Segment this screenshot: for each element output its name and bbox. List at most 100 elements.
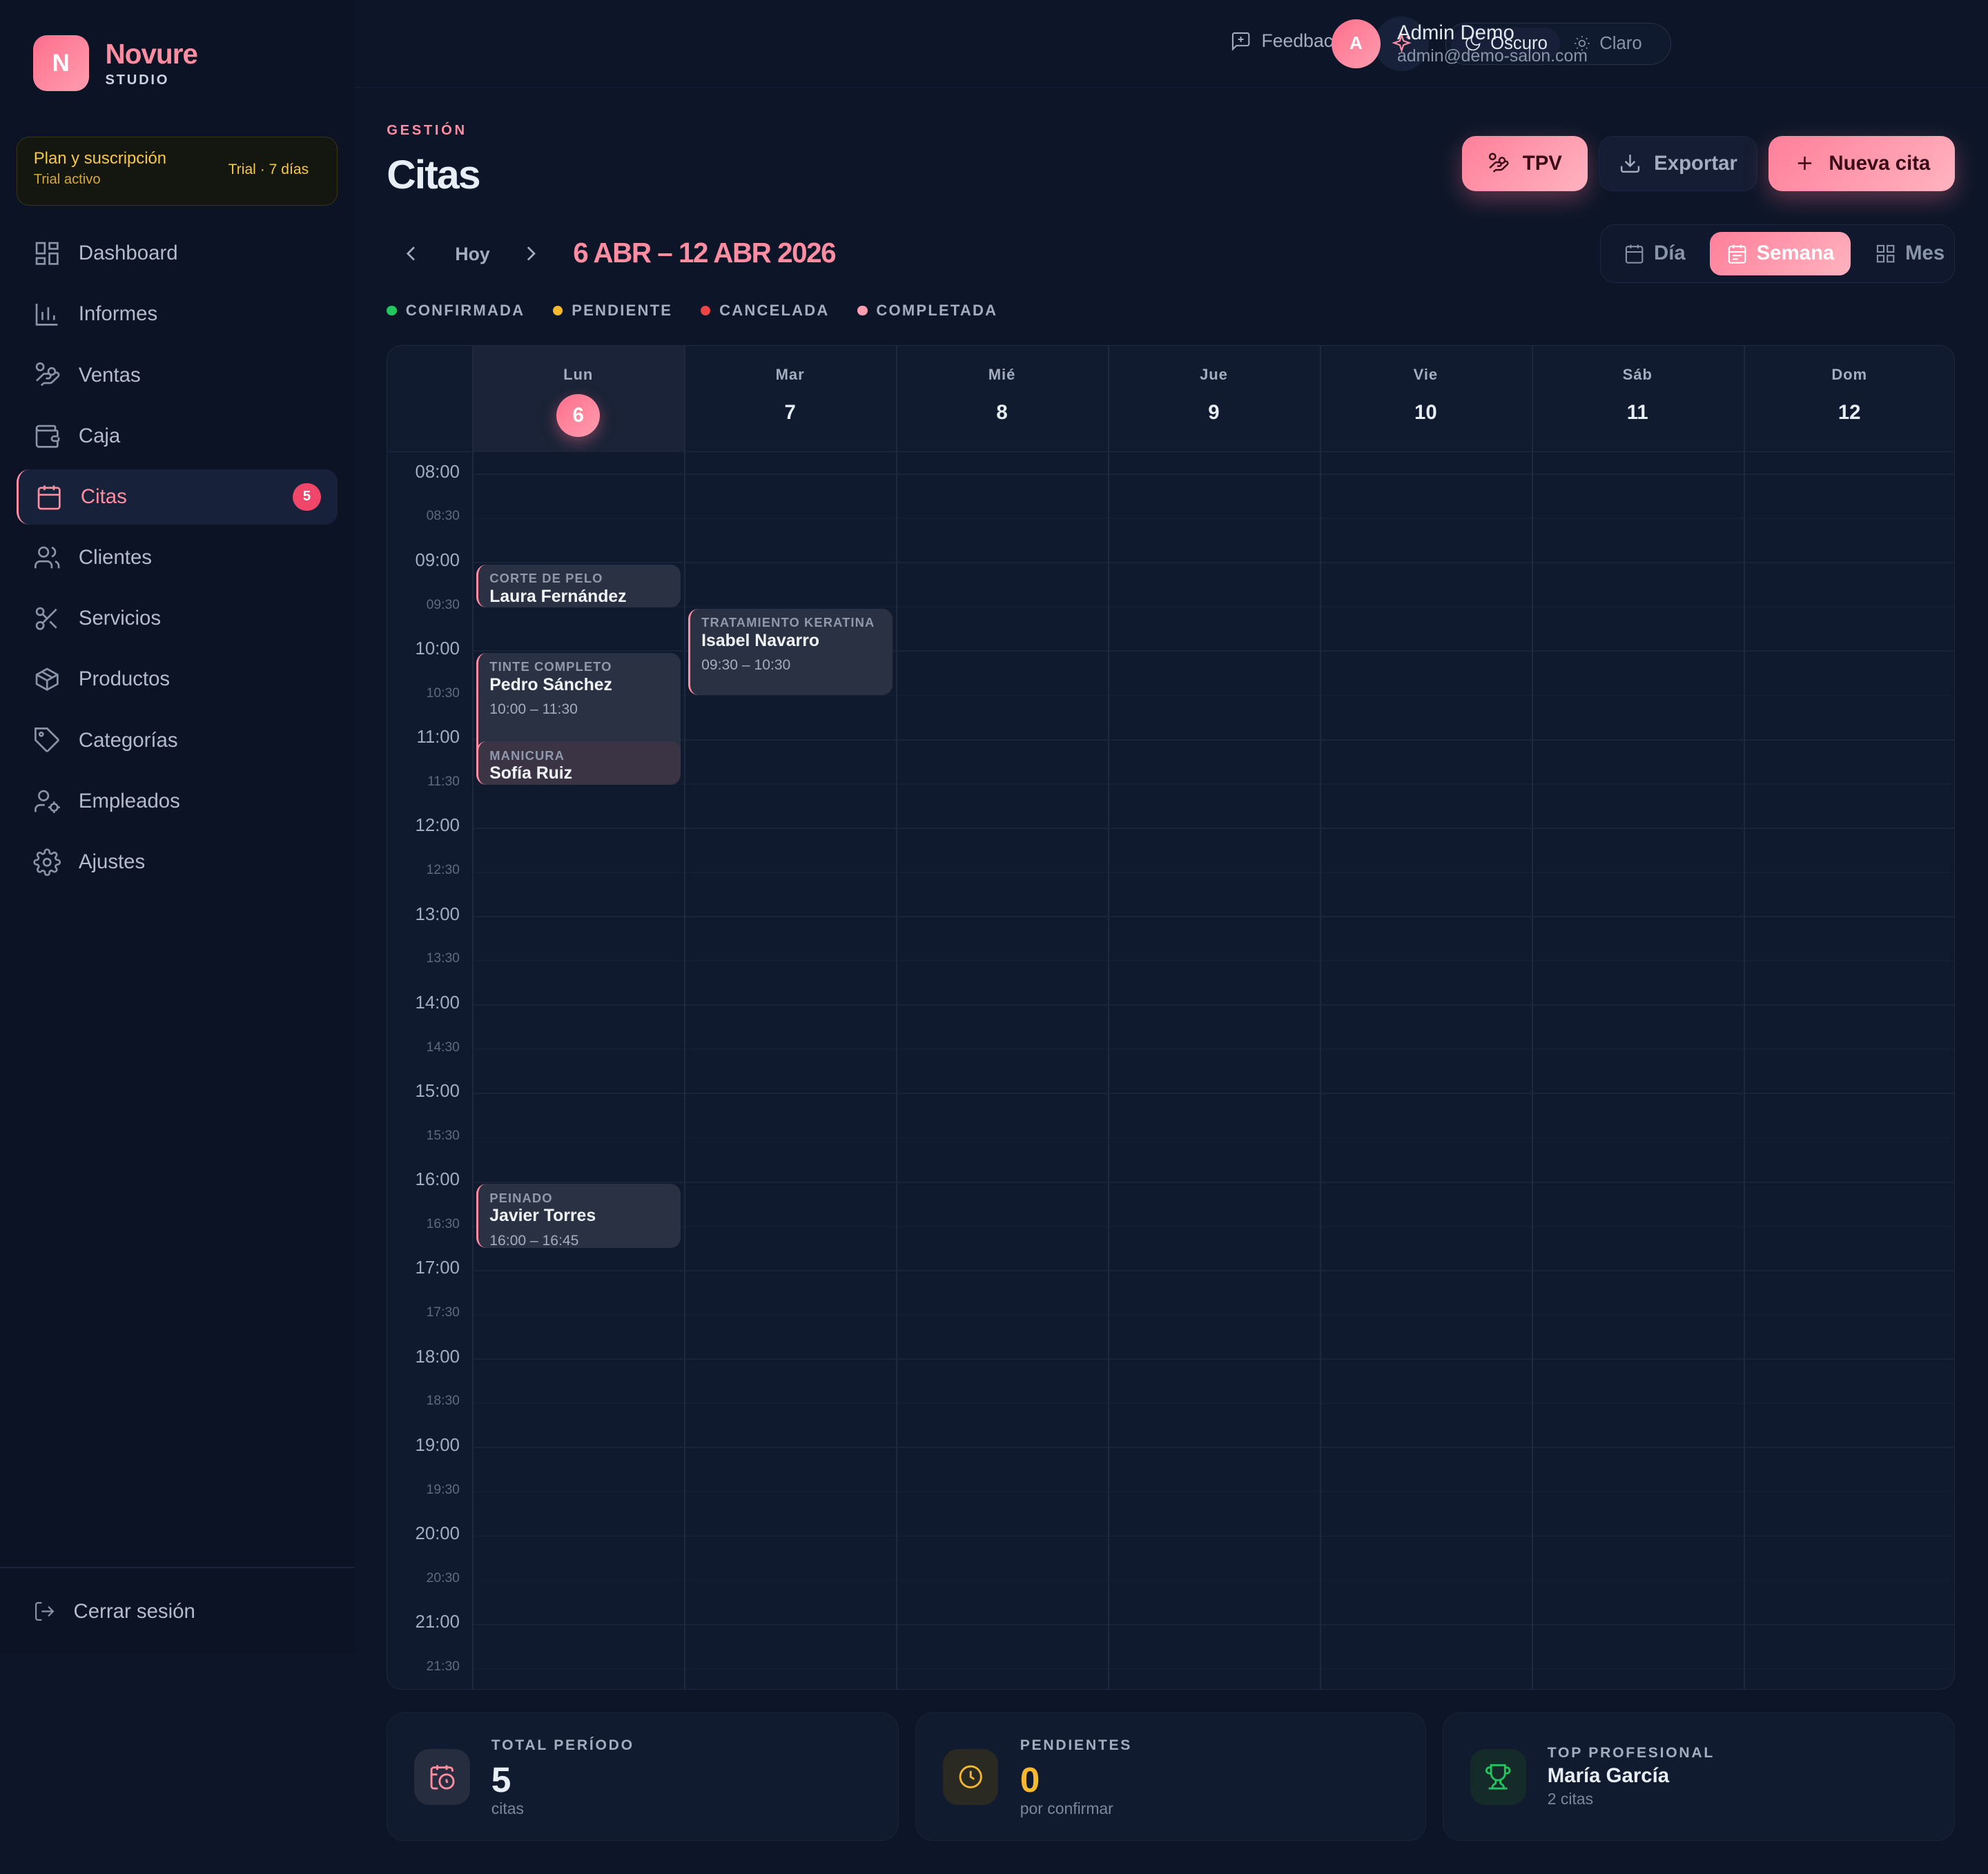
trial-badge: Trial · 7 días — [228, 162, 309, 178]
appointment-card[interactable]: TRATAMIENTO KERATINA Isabel Navarro 09:30 … — [688, 609, 893, 695]
half-time-label: 15:30 — [426, 1128, 460, 1143]
day-name: Jue — [1200, 365, 1228, 383]
hour-line — [472, 1447, 1955, 1449]
feedback-label: Feedback — [1261, 30, 1343, 52]
sidebar-item-empleados[interactable]: Empleados — [17, 773, 338, 829]
half-time-label: 12:30 — [426, 863, 460, 878]
day-header-6[interactable]: Dom 12 — [1744, 346, 1954, 452]
half-time-label: 18:30 — [426, 1394, 460, 1409]
sidebar-item-servicios[interactable]: Servicios — [17, 591, 338, 647]
next-week-button[interactable] — [518, 241, 544, 266]
legend-confirmed: CONFIRMADA — [387, 302, 525, 320]
new-appointment-button[interactable]: Nueva cita — [1768, 135, 1956, 192]
hour-line — [472, 739, 1955, 741]
time-label: 11:00 — [416, 728, 460, 748]
hour-line — [472, 474, 1955, 475]
brand-mark: N — [32, 35, 89, 92]
appointment-service: TRATAMIENTO KERATINA — [701, 615, 875, 630]
hour-line — [472, 1181, 1955, 1183]
view-month-option[interactable]: Mes — [1858, 232, 1961, 275]
appointment-card[interactable]: MANICURA Sofía Ruiz — [476, 741, 681, 785]
section-label: GESTIÓN — [387, 123, 467, 139]
legend-pending: PENDIENTE — [552, 302, 672, 320]
legend-dot — [387, 305, 397, 316]
sidebar-item-label: Ventas — [78, 363, 141, 387]
user-avatar[interactable]: A — [1331, 19, 1381, 69]
day-name: Mié — [988, 365, 1016, 383]
appointment-client: Javier Torres — [489, 1207, 596, 1226]
sidebar-item-citas[interactable]: Citas 5 — [16, 469, 338, 525]
export-button[interactable]: Exportar — [1599, 135, 1757, 192]
brand-sub: STUDIO — [105, 72, 170, 88]
half-time-label: 11:30 — [427, 774, 460, 789]
stat-value: María García — [1547, 1764, 1670, 1787]
day-header-2[interactable]: Mié 8 — [896, 346, 1108, 452]
view-week-label: Semana — [1756, 242, 1835, 265]
appointment-client: Sofía Ruiz — [489, 764, 573, 783]
sidebar-item-label: Clientes — [78, 546, 152, 569]
day-header-4[interactable]: Vie 10 — [1320, 346, 1532, 452]
hand-coins-icon — [1489, 153, 1509, 173]
tpv-button[interactable]: TPV — [1461, 135, 1588, 192]
half-hour-line — [472, 1403, 1955, 1405]
day-name: Lun — [563, 365, 594, 383]
appointment-time: 09:30 – 10:30 — [701, 657, 791, 674]
sidebar-item-productos[interactable]: Productos — [17, 652, 338, 707]
sidebar-item-label: Dashboard — [78, 242, 178, 265]
sidebar-item-dashboard[interactable]: Dashboard — [17, 226, 338, 282]
view-week-option[interactable]: Semana — [1709, 232, 1851, 275]
sidebar-item-label: Informes — [78, 302, 158, 326]
half-time-label: 16:30 — [426, 1216, 460, 1231]
logout-button[interactable]: Cerrar sesión — [33, 1600, 195, 1623]
time-label: 10:00 — [415, 638, 460, 658]
half-time-label: 17:30 — [426, 1305, 460, 1320]
dashboard-icon — [35, 242, 59, 265]
day-name: Dom — [1831, 365, 1868, 383]
brand-logo[interactable]: N Novure STUDIO — [32, 35, 198, 92]
hour-line — [472, 827, 1955, 829]
view-month-label: Mes — [1905, 242, 1945, 265]
hand-coins-icon — [35, 362, 60, 387]
sidebar-item-categorias[interactable]: Categorías — [17, 712, 338, 768]
half-time-label: 08:30 — [426, 509, 460, 524]
feedback-button[interactable]: Feedback — [1230, 30, 1343, 52]
column-divider — [1531, 345, 1533, 1690]
sidebar-item-clientes[interactable]: Clientes — [17, 530, 338, 586]
legend-label: CANCELADA — [719, 302, 830, 320]
sidebar-nav: Dashboard Informes Ventas Caja Citas 5 C… — [16, 226, 338, 895]
half-hour-line — [472, 694, 1955, 696]
half-hour-line — [472, 871, 1955, 873]
stat-top-professional: TOP PROFESIONAL María García 2 citas — [1443, 1712, 1956, 1841]
calendar-header: Lun 6 Mar 7 Mié 8 Jue 9 Vie 10 Sáb 11 Dom 12 — [387, 345, 1955, 452]
sidebar-item-ajustes[interactable]: Ajustes — [17, 834, 338, 890]
sidebar-item-informes[interactable]: Informes — [17, 286, 338, 342]
trophy-icon — [1485, 1764, 1511, 1790]
half-time-label: 20:30 — [426, 1570, 460, 1585]
day-header-0[interactable]: Lun 6 — [472, 345, 685, 452]
theme-light-label: Claro — [1599, 33, 1642, 53]
appointment-service: PEINADO — [489, 1190, 553, 1205]
top-bar: Feedback Oscuro Claro — [355, 0, 1988, 88]
time-label: 14:00 — [415, 993, 460, 1013]
stat-sub: 2 citas — [1547, 1789, 1594, 1808]
day-number: 8 — [996, 401, 1008, 424]
plan-card[interactable]: Plan y suscripción Trial activo Trial · … — [16, 137, 338, 206]
stat-icon-wrap — [942, 1748, 999, 1805]
half-hour-line — [472, 1137, 1955, 1139]
stat-label: TOTAL PERÍODO — [491, 1737, 634, 1754]
day-header-1[interactable]: Mar 7 — [684, 346, 896, 452]
day-header-5[interactable]: Sáb 11 — [1532, 346, 1744, 452]
half-hour-line — [472, 1579, 1955, 1581]
day-header-3[interactable]: Jue 9 — [1108, 346, 1320, 452]
appointment-card[interactable]: CORTE DE PELO Laura Fernández — [476, 564, 681, 608]
prev-week-button[interactable] — [398, 241, 424, 266]
appointment-card[interactable]: PEINADO Javier Torres 16:00 – 16:45 — [476, 1184, 681, 1248]
half-hour-line — [472, 960, 1955, 962]
sidebar-item-caja[interactable]: Caja — [17, 408, 338, 464]
plus-icon — [1797, 157, 1812, 170]
grid-icon — [1876, 244, 1895, 263]
calendar-icon — [37, 485, 61, 510]
sidebar-item-ventas[interactable]: Ventas — [17, 347, 338, 403]
today-button[interactable]: Hoy — [455, 244, 489, 265]
view-day-option[interactable]: Día — [1607, 232, 1702, 275]
